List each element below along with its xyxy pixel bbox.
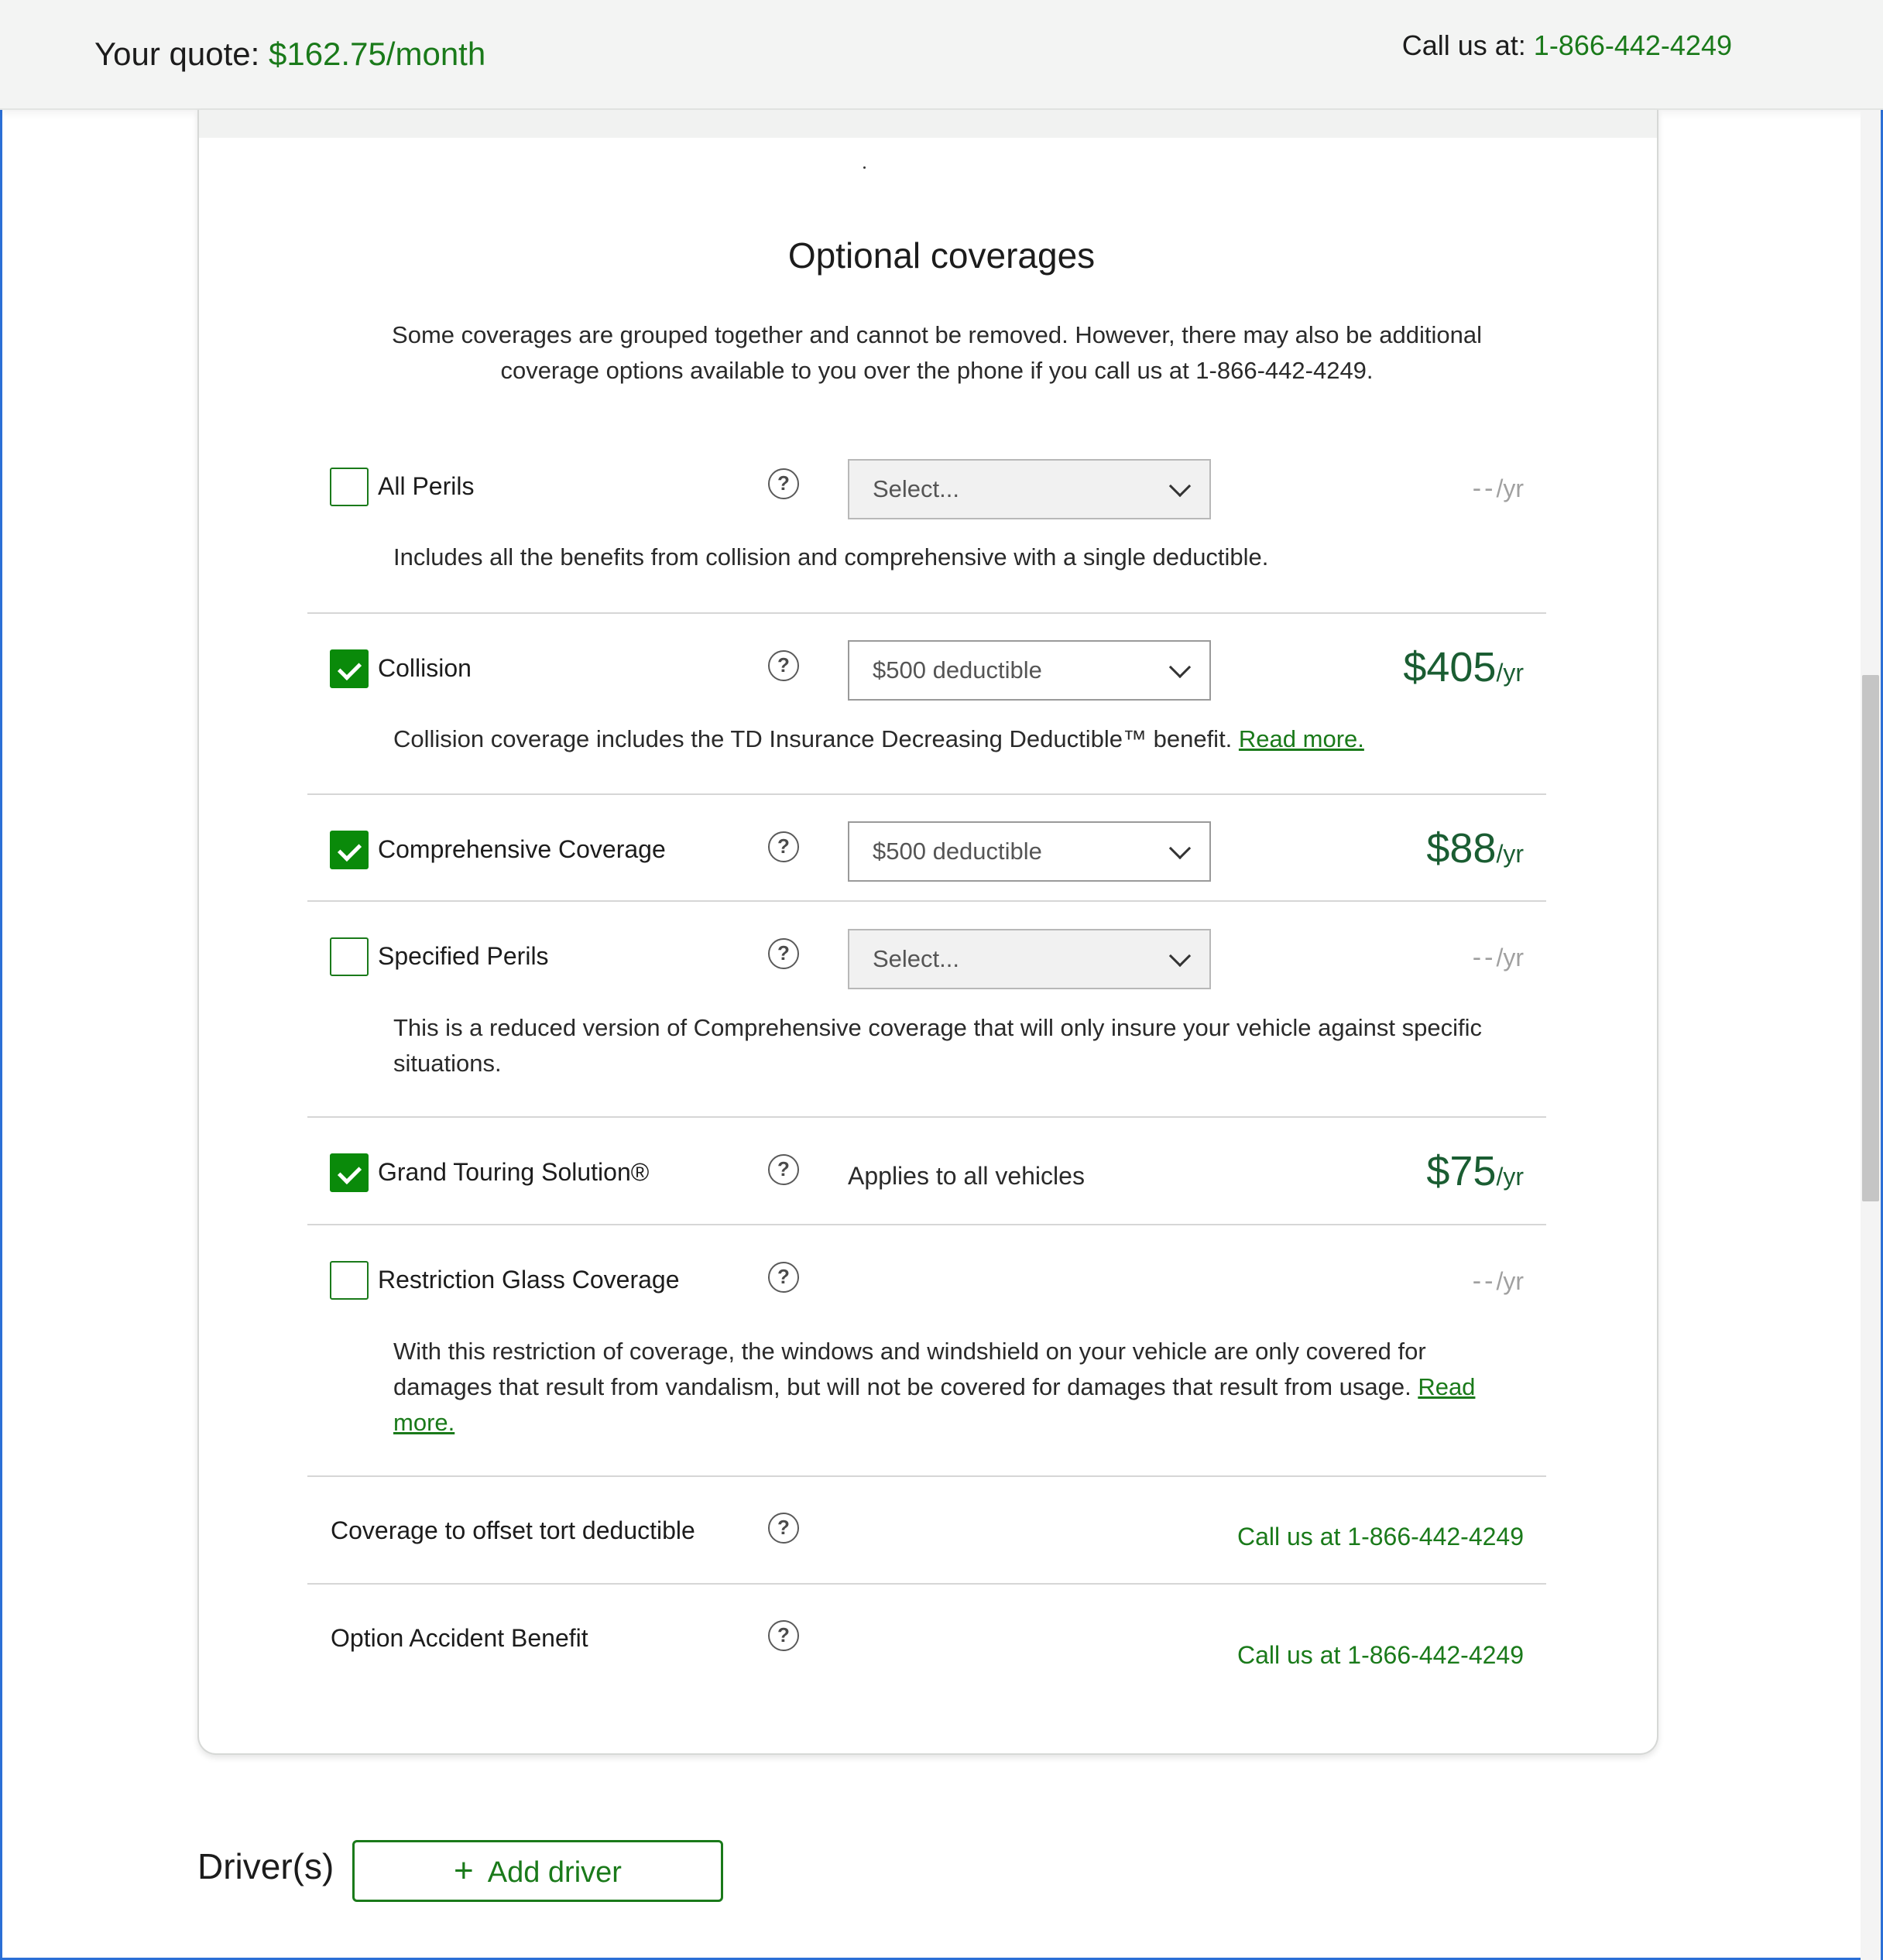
call-label: Call us at bbox=[1236, 1641, 1348, 1669]
label-specified-perils: Specified Perils bbox=[378, 942, 549, 970]
help-icon[interactable]: ? bbox=[768, 1154, 799, 1185]
help-icon[interactable]: ? bbox=[768, 1513, 799, 1544]
price-value: $75 bbox=[1426, 1148, 1497, 1194]
price-value: -- bbox=[1472, 943, 1497, 972]
phone-link[interactable]: 1-866-442-4249 bbox=[1347, 1523, 1524, 1551]
label-tort-deductible: Coverage to offset tort deductible bbox=[331, 1516, 695, 1544]
help-icon[interactable]: ? bbox=[768, 1620, 799, 1651]
desc-specified-perils: This is a reduced version of Comprehensi… bbox=[393, 1014, 1483, 1077]
plus-icon: + bbox=[454, 1852, 474, 1890]
price-collision: $405/yr bbox=[1291, 643, 1524, 691]
row-divider bbox=[307, 1583, 1546, 1585]
price-grand-touring: $75/yr bbox=[1291, 1147, 1524, 1195]
price-value: -- bbox=[1472, 474, 1497, 503]
row-divider bbox=[307, 1475, 1546, 1477]
price-value: -- bbox=[1472, 1266, 1497, 1296]
label-comprehensive: Comprehensive Coverage bbox=[378, 835, 666, 863]
drivers-title: Driver(s) bbox=[197, 1846, 334, 1886]
select-specified-perils[interactable]: Select... bbox=[848, 929, 1211, 989]
section-intro: Some coverages are grouped together and … bbox=[392, 321, 1482, 384]
label-accident-benefit: Option Accident Benefit bbox=[331, 1624, 588, 1652]
call-label: Call us at: bbox=[1401, 29, 1534, 61]
desc-restriction-glass: With this restriction of coverage, the w… bbox=[393, 1334, 1508, 1441]
section-title: Optional coverages bbox=[787, 235, 1096, 276]
price-specified-perils: --/yr bbox=[1291, 943, 1524, 973]
checkbox-comprehensive[interactable] bbox=[330, 831, 369, 869]
applies-note: Applies to all vehicles bbox=[848, 1162, 1085, 1190]
label-grand-touring: Grand Touring Solution® bbox=[378, 1158, 650, 1186]
checkbox-specified-perils[interactable] bbox=[330, 937, 369, 976]
card-top-strip bbox=[199, 110, 1657, 138]
help-icon[interactable]: ? bbox=[768, 831, 799, 862]
price-unit: /yr bbox=[1496, 1163, 1524, 1191]
quote-amount: $162.75/month bbox=[268, 36, 486, 72]
scrollbar-thumb[interactable] bbox=[1862, 675, 1879, 1201]
select-collision[interactable]: $500 deductible bbox=[848, 640, 1211, 701]
scrollbar[interactable] bbox=[1861, 110, 1881, 1960]
checkbox-grand-touring[interactable] bbox=[330, 1153, 369, 1192]
row-divider bbox=[307, 900, 1546, 902]
add-driver-button[interactable]: + Add driver bbox=[352, 1840, 723, 1902]
price-value: $88 bbox=[1426, 825, 1497, 872]
row-divider bbox=[307, 1116, 1546, 1118]
desc-text: Collision coverage includes the TD Insur… bbox=[393, 725, 1239, 752]
price-unit: /yr bbox=[1496, 1267, 1524, 1295]
quote-header: Your quote: $162.75/month Call us at: 1-… bbox=[0, 0, 1883, 110]
help-icon[interactable]: ? bbox=[768, 468, 799, 499]
select-value: Select... bbox=[873, 475, 959, 502]
call-tort-deductible: Call us at 1-866-442-4249 bbox=[982, 1523, 1524, 1551]
stray-dot bbox=[863, 166, 866, 169]
select-comprehensive[interactable]: $500 deductible bbox=[848, 821, 1211, 882]
header-phone-link[interactable]: 1-866-442-4249 bbox=[1534, 29, 1732, 61]
price-restriction-glass: --/yr bbox=[1291, 1266, 1524, 1297]
chevron-down-icon bbox=[1168, 656, 1192, 679]
call-label: Call us at bbox=[1236, 1523, 1348, 1551]
chevron-down-icon bbox=[1168, 475, 1192, 498]
help-icon[interactable]: ? bbox=[768, 650, 799, 681]
select-all-perils[interactable]: Select... bbox=[848, 459, 1211, 519]
price-all-perils: --/yr bbox=[1291, 474, 1524, 504]
row-divider bbox=[307, 1224, 1546, 1225]
price-unit: /yr bbox=[1496, 840, 1524, 868]
phone-link[interactable]: 1-866-442-4249 bbox=[1347, 1641, 1524, 1669]
price-value: $405 bbox=[1403, 644, 1497, 690]
call-accident-benefit: Call us at 1-866-442-4249 bbox=[982, 1641, 1524, 1670]
header-call: Call us at: 1-866-442-4249 bbox=[1402, 29, 1732, 62]
quote-label: Your quote: bbox=[94, 36, 269, 72]
label-all-perils: All Perils bbox=[378, 472, 475, 500]
checkbox-collision[interactable] bbox=[330, 649, 369, 688]
add-driver-label: Add driver bbox=[487, 1856, 622, 1889]
select-value: $500 deductible bbox=[873, 838, 1042, 865]
help-icon[interactable]: ? bbox=[768, 1262, 799, 1293]
price-comprehensive: $88/yr bbox=[1291, 824, 1524, 872]
price-unit: /yr bbox=[1496, 944, 1524, 971]
desc-all-perils: Includes all the benefits from collision… bbox=[393, 543, 1269, 571]
desc-collision: Collision coverage includes the TD Insur… bbox=[393, 721, 1508, 757]
checkbox-all-perils[interactable] bbox=[330, 468, 369, 506]
row-divider bbox=[307, 793, 1546, 795]
label-collision: Collision bbox=[378, 654, 472, 682]
checkbox-restriction-glass[interactable] bbox=[330, 1261, 369, 1300]
select-value: $500 deductible bbox=[873, 656, 1042, 684]
read-more-link[interactable]: Read more. bbox=[1239, 725, 1364, 752]
price-unit: /yr bbox=[1496, 475, 1524, 502]
select-value: Select... bbox=[873, 945, 959, 972]
quote-summary: Your quote: $162.75/month bbox=[94, 36, 485, 73]
chevron-down-icon bbox=[1168, 837, 1192, 860]
row-divider bbox=[307, 612, 1546, 614]
chevron-down-icon bbox=[1168, 944, 1192, 968]
desc-text: With this restriction of coverage, the w… bbox=[393, 1338, 1426, 1400]
price-unit: /yr bbox=[1496, 659, 1524, 687]
help-icon[interactable]: ? bbox=[768, 938, 799, 969]
label-restriction-glass: Restriction Glass Coverage bbox=[378, 1266, 680, 1294]
